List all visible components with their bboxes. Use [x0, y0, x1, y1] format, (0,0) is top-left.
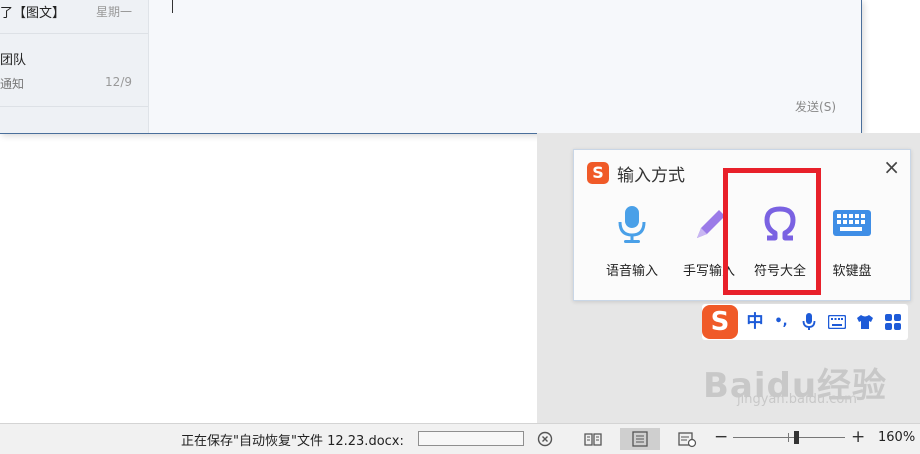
read-mode-icon[interactable]	[582, 428, 604, 450]
voice-input-label: 语音输入	[605, 264, 658, 279]
zoom-slider-center-tick	[788, 433, 789, 442]
voice-input-button[interactable]: 语音输入	[593, 202, 671, 282]
microphone-icon	[618, 206, 646, 243]
soft-keyboard-button[interactable]: 软键盘	[813, 202, 891, 282]
keyboard-icon	[833, 210, 871, 236]
status-bar: 正在保存"自动恢复"文件 12.23.docx: − + 160%	[0, 423, 920, 454]
list-item-title: 团队	[0, 53, 27, 68]
toolbar-voice-button[interactable]	[798, 310, 820, 334]
soft-keyboard-label: 软键盘	[832, 264, 872, 279]
autosave-status-text: 正在保存"自动恢复"文件 12.23.docx:	[181, 434, 404, 449]
send-button[interactable]: 发送(S)	[795, 98, 836, 115]
toolbar-skin-button[interactable]	[854, 310, 876, 334]
list-item[interactable]: 团队 通知 12/9	[0, 34, 148, 107]
watermark-url: jingyan.baidu.com	[737, 392, 857, 407]
zoom-in-button[interactable]: +	[851, 427, 865, 447]
zoom-slider-track[interactable]	[733, 437, 845, 438]
autosave-progress-bar	[418, 431, 524, 446]
chat-window: 了【图文】 星期一 团队 通知 12/9 发送(S)	[0, 0, 862, 134]
punctuation-toggle[interactable]: •,	[770, 310, 792, 334]
print-layout-icon[interactable]	[620, 428, 660, 450]
text-caret	[172, 0, 173, 13]
toolbar-keyboard-button[interactable]	[826, 310, 848, 334]
zoom-slider-thumb[interactable]	[794, 431, 799, 444]
close-icon[interactable]: ×	[883, 155, 900, 179]
zoom-out-button[interactable]: −	[714, 427, 728, 447]
zoom-level[interactable]: 160%	[878, 430, 915, 445]
list-item-time: 12/9	[105, 75, 132, 89]
list-item-time: 星期一	[95, 5, 132, 19]
baidu-jingyan-watermark: Baidu经验 jingyan.baidu.com	[703, 352, 903, 412]
keyboard-icon	[827, 314, 847, 330]
annotation-highlight-box	[723, 168, 821, 295]
grid-icon	[885, 314, 901, 330]
toolbar-menu-button[interactable]	[882, 310, 904, 334]
chinese-mode-toggle[interactable]: 中	[744, 310, 766, 334]
sogou-logo-icon: S	[587, 162, 609, 184]
microphone-icon	[802, 313, 816, 330]
list-item[interactable]: 了【图文】 星期一	[0, 0, 148, 34]
list-item-title: 了【图文】	[0, 6, 66, 21]
compose-area[interactable]: 发送(S)	[149, 0, 860, 133]
popup-title: 输入方式	[617, 166, 685, 186]
cancel-save-icon[interactable]	[535, 428, 555, 450]
shirt-icon	[857, 315, 873, 329]
ime-toolbar: S 中 •,	[702, 304, 908, 340]
message-list: 了【图文】 星期一 团队 通知 12/9	[0, 0, 149, 133]
list-item-subtitle: 通知	[0, 77, 25, 91]
sogou-logo-icon[interactable]: S	[702, 305, 738, 339]
web-layout-icon[interactable]	[676, 428, 698, 450]
